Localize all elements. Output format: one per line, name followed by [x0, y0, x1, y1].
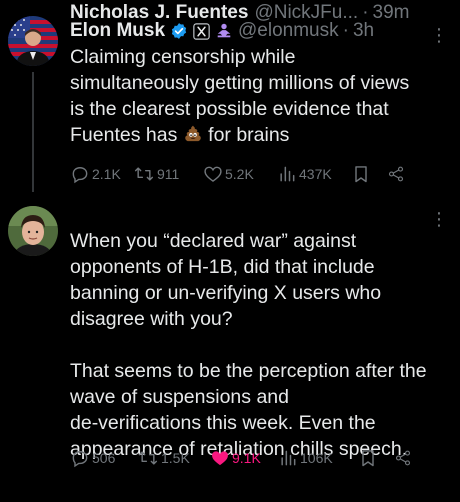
like-count: 5.2K [225, 166, 254, 182]
views-count: 106K [300, 450, 333, 466]
author-name[interactable]: Nicholas J. Fuentes [70, 2, 248, 24]
tweet-time[interactable]: 39m [373, 2, 410, 24]
bookmark-button[interactable] [358, 448, 394, 468]
share-button[interactable] [387, 164, 407, 184]
avatar[interactable] [8, 206, 58, 256]
reply-count: 2.1K [92, 166, 121, 182]
separator-dot: · [362, 2, 369, 23]
repost-icon [134, 167, 154, 181]
heart-icon [204, 166, 222, 182]
poop-emoji-icon [184, 125, 201, 142]
avatar[interactable] [8, 16, 58, 66]
more-options-icon[interactable]: ⋮ [430, 210, 448, 228]
views-button[interactable]: 106K [278, 448, 358, 468]
more-options-icon[interactable]: ⋮ [430, 26, 448, 44]
repost-count: 911 [157, 166, 180, 182]
bookmark-button[interactable] [351, 164, 387, 184]
reply-button[interactable]: 2.1K [70, 164, 133, 184]
tweet-header: Nicholas J. Fuentes @NickJFu... · 39m [70, 0, 410, 26]
bookmark-icon [362, 450, 374, 467]
share-button[interactable] [394, 448, 414, 468]
bookmark-icon [355, 166, 367, 183]
reply-icon [72, 451, 88, 468]
views-icon [280, 166, 295, 182]
views-icon [281, 450, 296, 466]
share-icon [395, 450, 411, 466]
tweet-text: When you “declared war” against opponent… [70, 230, 427, 460]
views-count: 437K [299, 166, 332, 182]
reply-count: 506 [92, 450, 116, 466]
repost-icon [138, 451, 158, 465]
thread-line [32, 72, 34, 192]
repost-count: 1.5K [161, 450, 190, 466]
reply-icon [72, 167, 88, 184]
tweet-elon[interactable]: Elon Musk @elonmusk · 3h ⋮ Claiming cens… [0, 0, 460, 200]
views-button[interactable]: 437K [277, 164, 351, 184]
author-handle[interactable]: @NickJFu... [254, 2, 358, 24]
like-count: 9.1K [232, 450, 261, 466]
action-bar: 506 1.5K 9.1K 106K [70, 447, 448, 469]
heart-filled-icon [212, 451, 228, 466]
tweet-text-part: for brains [202, 124, 290, 146]
avatar-image [8, 16, 58, 66]
repost-button[interactable]: 1.5K [137, 448, 210, 468]
like-button[interactable]: 9.1K [210, 448, 278, 468]
avatar-image [8, 206, 58, 256]
share-icon [388, 166, 404, 182]
action-bar: 2.1K 911 5.2K 437K [70, 163, 448, 185]
tweet-text: Claiming censorship while simultaneously… [70, 44, 446, 148]
repost-button[interactable]: 911 [133, 164, 203, 184]
reply-button[interactable]: 506 [70, 448, 137, 468]
like-button[interactable]: 5.2K [203, 164, 277, 184]
